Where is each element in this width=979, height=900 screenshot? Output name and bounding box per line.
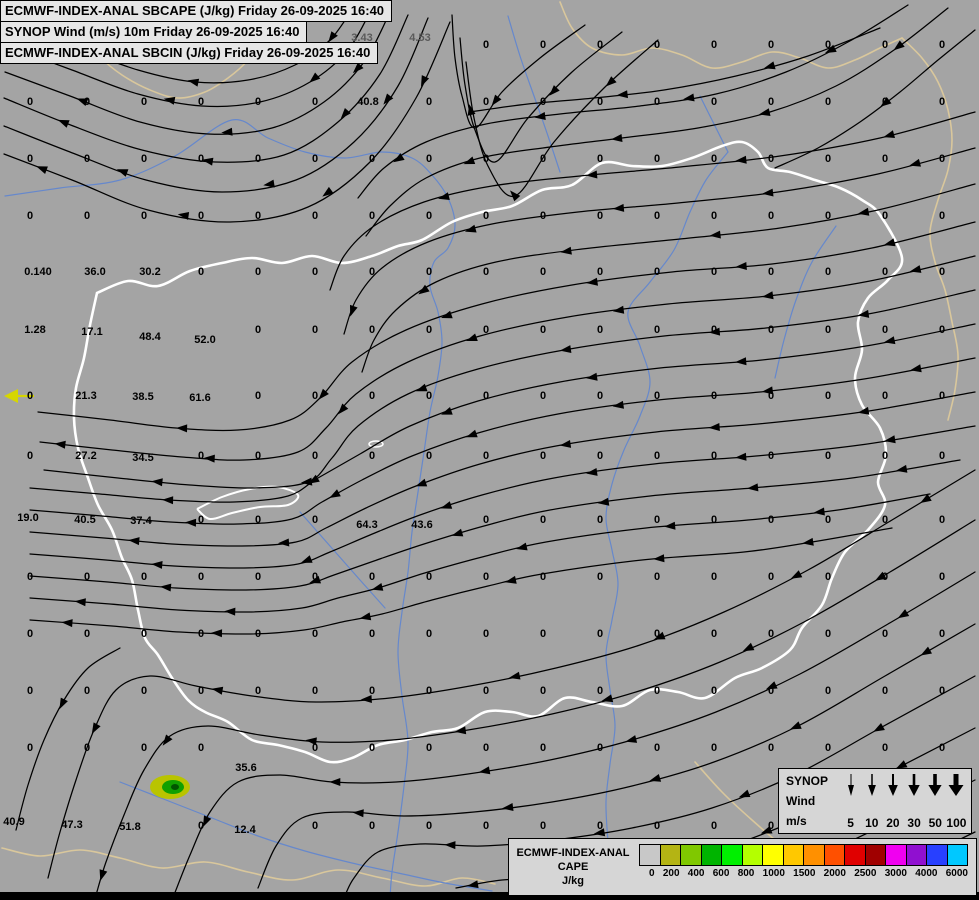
wind-streamlines <box>4 5 975 898</box>
cape-tick-label: 800 <box>738 868 755 879</box>
cape-legend-unit: J/kg <box>562 874 584 888</box>
wind-speed-label: 5 <box>840 816 861 830</box>
wind-speed-label: 50 <box>925 816 946 830</box>
cape-color-cell <box>804 845 825 865</box>
cape-tick-label: 600 <box>713 868 730 879</box>
cape-legend-scale: 0 200 400 600 800 1000 1500 2000 2500 3000 4000 600… <box>637 839 976 895</box>
cape-color-cell <box>866 845 887 865</box>
cape-tick-label: 2500 <box>854 868 876 879</box>
cin-arrow <box>4 389 34 403</box>
cape-tick-label: 200 <box>663 868 680 879</box>
cape-tick-label: 3000 <box>885 868 907 879</box>
cape-color-cell <box>825 845 846 865</box>
legend-header: ECMWF-INDEX-ANAL SBCAPE (J/kg) Friday 26… <box>0 0 392 64</box>
cape-color-cell <box>722 845 743 865</box>
cape-tick-label: 2000 <box>824 868 846 879</box>
cape-color-cell <box>886 845 907 865</box>
wind-legend-titles: SYNOP Wind m/s <box>779 769 840 833</box>
map-canvas <box>0 0 979 900</box>
cape-colorbar <box>639 844 968 866</box>
wind-speed-label: 10 <box>861 816 882 830</box>
cape-color-cell <box>927 845 948 865</box>
wind-arrow-icon <box>946 772 966 798</box>
wind-legend-title: SYNOP <box>786 774 840 788</box>
cape-tick-label: 6000 <box>946 868 968 879</box>
cape-color-cell <box>948 845 968 865</box>
cape-tick-label: 4000 <box>915 868 937 879</box>
wind-speed-row: 510203050100 <box>840 816 967 830</box>
cin-arrow-icon <box>4 389 18 403</box>
wind-arrow-icon <box>925 772 945 798</box>
cape-legend-title: ECMWF-INDEX-ANAL <box>516 846 629 860</box>
cape-color-cell <box>661 845 682 865</box>
cape-legend: ECMWF-INDEX-ANAL CAPE J/kg 0 200 400 600 800… <box>508 838 977 896</box>
wind-arrow-icon <box>904 772 924 798</box>
wind-speed-label: 100 <box>946 816 967 830</box>
wind-arrow-row <box>840 772 967 798</box>
wind-arrow-icon <box>862 772 882 798</box>
hungary-border <box>74 142 902 762</box>
cape-color-cell <box>907 845 928 865</box>
wind-arrow-icon <box>883 772 903 798</box>
cape-color-cell <box>743 845 764 865</box>
cape-blob <box>150 775 190 799</box>
cape-legend-parameter: CAPE <box>558 860 589 874</box>
legend-header-line-sbcape: ECMWF-INDEX-ANAL SBCAPE (J/kg) Friday 26… <box>0 0 392 22</box>
wind-speed-label: 30 <box>904 816 925 830</box>
legend-header-line-wind: SYNOP Wind (m/s) 10m Friday 26-09-2025 1… <box>0 21 307 43</box>
cape-color-cell <box>702 845 723 865</box>
rivers <box>5 16 836 898</box>
cape-legend-titles: ECMWF-INDEX-ANAL CAPE J/kg <box>509 839 637 895</box>
cape-color-cell <box>763 845 784 865</box>
wind-speed-label: 20 <box>882 816 903 830</box>
lake-balaton <box>197 441 383 519</box>
cape-tick-label: 1000 <box>763 868 785 879</box>
cape-color-cell <box>845 845 866 865</box>
foreign-borders <box>2 2 958 892</box>
wind-legend-label: Wind <box>786 794 840 808</box>
wind-legend-scale: 510203050100 <box>840 769 971 833</box>
legend-header-line-sbcin: ECMWF-INDEX-ANAL SBCIN (J/kg) Friday 26-… <box>0 42 378 64</box>
cape-tick-label: 1500 <box>793 868 815 879</box>
cape-tick-label: 400 <box>688 868 705 879</box>
wind-legend-unit: m/s <box>786 814 840 828</box>
cape-color-cell <box>640 845 661 865</box>
cape-color-cell <box>681 845 702 865</box>
cape-tick-label: 0 <box>649 868 655 879</box>
cape-color-cell <box>784 845 805 865</box>
cape-tick-row: 0 200 400 600 800 1000 1500 2000 2500 3000 4000 600… <box>639 866 968 879</box>
wind-arrow-icon <box>841 772 861 798</box>
wind-legend: SYNOP Wind m/s 510203050100 <box>778 768 972 834</box>
